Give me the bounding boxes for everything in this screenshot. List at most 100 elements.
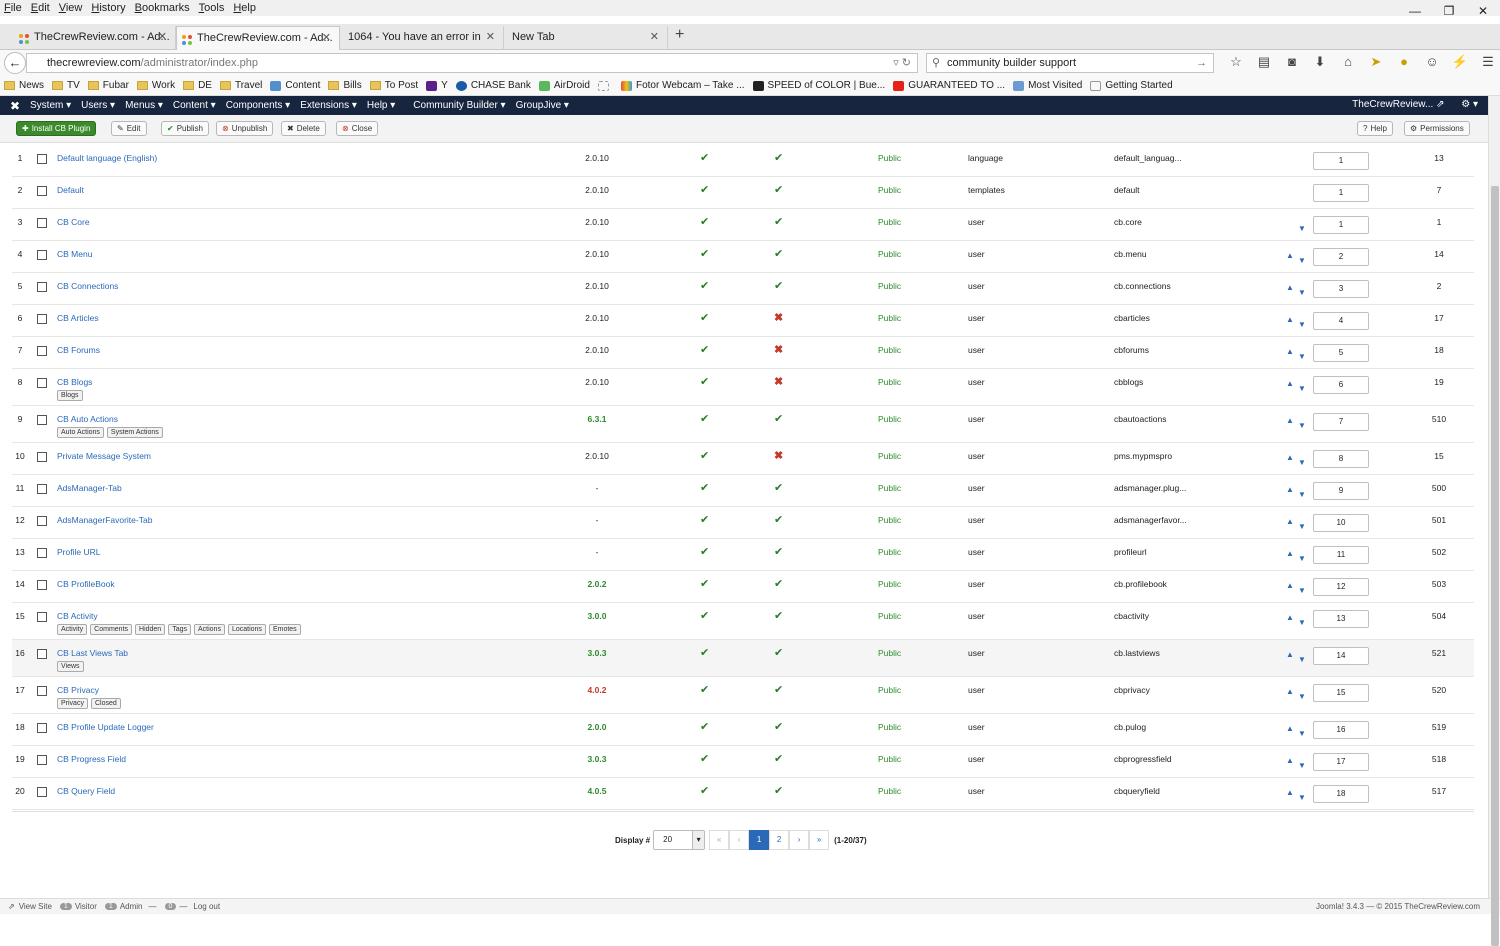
access-level[interactable]: Public xyxy=(878,547,901,557)
plugin-name-link[interactable]: Default language (English) xyxy=(57,153,157,163)
menu-users[interactable]: Users ▾ xyxy=(81,100,115,111)
row-checkbox[interactable] xyxy=(37,282,47,292)
page-prev[interactable]: ‹ xyxy=(729,830,750,850)
bookmark-folder-fubar[interactable]: Fubar xyxy=(87,80,129,91)
delete-button[interactable]: ✖ Delete xyxy=(281,121,326,136)
not-installed-x-icon[interactable]: ✖ xyxy=(774,449,783,462)
move-down-arrow-icon[interactable]: ▼ xyxy=(1298,458,1306,467)
bookmark-airdroid[interactable]: AirDroid xyxy=(538,80,590,91)
bookmark-folder-news[interactable]: News xyxy=(4,80,44,91)
plugin-name-link[interactable]: CB Profile Update Logger xyxy=(57,722,154,732)
lightbulb-addon-icon[interactable]: ● xyxy=(1390,54,1418,70)
bookmark-folder-de[interactable]: DE xyxy=(183,80,212,91)
move-up-arrow-icon[interactable]: ▲ xyxy=(1286,724,1294,733)
move-up-arrow-icon[interactable]: ▲ xyxy=(1286,517,1294,526)
bookmark-blank[interactable] xyxy=(597,80,613,91)
menu-view[interactable]: View xyxy=(59,2,83,14)
access-level[interactable]: Public xyxy=(878,648,901,658)
bookmark-fotor[interactable]: Fotor Webcam – Take ... xyxy=(620,80,745,91)
table-row[interactable]: 16 CB Last Views Tab Views 3.0.3 ✔ ✔ Public use… xyxy=(12,640,1474,677)
menu-help[interactable]: Help ▾ xyxy=(367,100,395,111)
bookmark-most-visited[interactable]: Most Visited xyxy=(1013,80,1082,91)
access-level[interactable]: Public xyxy=(878,579,901,589)
menu-edit[interactable]: Edit xyxy=(31,2,50,14)
row-checkbox[interactable] xyxy=(37,755,47,765)
row-checkbox[interactable] xyxy=(37,452,47,462)
plugin-tag[interactable]: Views xyxy=(57,661,84,672)
access-level[interactable]: Public xyxy=(878,611,901,621)
table-row[interactable]: 7 CB Forums 2.0.10 ✔ ✖ Public user cbforums ▲ ▼ 5 1… xyxy=(12,337,1474,369)
move-up-arrow-icon[interactable]: ▲ xyxy=(1286,650,1294,659)
plugin-name-link[interactable]: CB Activity xyxy=(57,611,98,621)
published-check-icon[interactable]: ✔ xyxy=(700,247,709,260)
bookmark-folder-travel[interactable]: Travel xyxy=(219,80,262,91)
published-check-icon[interactable]: ✔ xyxy=(700,683,709,696)
plugin-name-link[interactable]: AdsManager-Tab xyxy=(57,483,122,493)
move-down-arrow-icon[interactable]: ▼ xyxy=(1298,490,1306,499)
scrollbar-thumb[interactable] xyxy=(1491,186,1499,946)
plugin-name-link[interactable]: CB Menu xyxy=(57,249,92,259)
home-icon[interactable]: ⌂ xyxy=(1334,54,1362,70)
bookmark-star-icon[interactable]: ☆ xyxy=(1222,54,1250,70)
ordering-input[interactable]: 13 xyxy=(1313,610,1369,628)
menu-community-builder[interactable]: Community Builder ▾ xyxy=(413,100,505,111)
plugin-name-link[interactable]: CB Core xyxy=(57,217,90,227)
move-up-arrow-icon[interactable]: ▲ xyxy=(1286,416,1294,425)
plugin-name-link[interactable]: Default xyxy=(57,185,84,195)
access-level[interactable]: Public xyxy=(878,685,901,695)
publish-button[interactable]: ✔ Publish xyxy=(161,121,209,136)
move-down-arrow-icon[interactable]: ▼ xyxy=(1298,224,1306,233)
ordering-input[interactable]: 2 xyxy=(1313,248,1369,266)
access-level[interactable]: Public xyxy=(878,345,901,355)
ordering-input[interactable]: 12 xyxy=(1313,578,1369,596)
page-1[interactable]: 1 xyxy=(749,830,770,850)
search-go-arrow-icon[interactable]: → xyxy=(1196,54,1207,72)
menu-content[interactable]: Content ▾ xyxy=(173,100,216,111)
bookmark-content[interactable]: Content xyxy=(270,80,320,91)
table-row[interactable]: 8 CB Blogs Blogs 2.0.10 ✔ ✖ Public user cbblogs ▲… xyxy=(12,369,1474,406)
move-down-arrow-icon[interactable]: ▼ xyxy=(1298,793,1306,802)
move-up-arrow-icon[interactable]: ▲ xyxy=(1286,283,1294,292)
access-level[interactable]: Public xyxy=(878,451,901,461)
not-installed-x-icon[interactable]: ✖ xyxy=(774,375,783,388)
download-icon[interactable]: ⬇ xyxy=(1306,54,1334,70)
published-check-icon[interactable]: ✔ xyxy=(700,545,709,558)
page-scrollbar[interactable] xyxy=(1488,96,1500,946)
move-up-arrow-icon[interactable]: ▲ xyxy=(1286,485,1294,494)
plugin-name-link[interactable]: CB Forums xyxy=(57,345,100,355)
menu-tools[interactable]: Tools xyxy=(199,2,225,14)
plugin-tag[interactable]: Closed xyxy=(90,698,121,709)
move-up-arrow-icon[interactable]: ▲ xyxy=(1286,315,1294,324)
move-down-arrow-icon[interactable]: ▼ xyxy=(1298,256,1306,265)
row-checkbox[interactable] xyxy=(37,314,47,324)
ordering-input[interactable]: 1 xyxy=(1313,184,1369,202)
tab-2[interactable]: TheCrewReview.com - Ad... ✕ xyxy=(176,26,340,50)
access-level[interactable]: Public xyxy=(878,185,901,195)
move-up-arrow-icon[interactable]: ▲ xyxy=(1286,788,1294,797)
ordering-input[interactable]: 3 xyxy=(1313,280,1369,298)
move-down-arrow-icon[interactable]: ▼ xyxy=(1298,586,1306,595)
plugin-name-link[interactable]: CB Last Views Tab xyxy=(57,648,128,658)
plugin-tag[interactable]: Comments xyxy=(90,624,133,635)
plugin-tag[interactable]: Emotes xyxy=(268,624,301,635)
search-input[interactable]: ⚲ community builder support → xyxy=(926,53,1214,73)
plugin-name-link[interactable]: Private Message System xyxy=(57,451,151,461)
access-level[interactable]: Public xyxy=(878,249,901,259)
url-bar[interactable]: thecrewreview.com/administrator/index.ph… xyxy=(26,53,918,73)
ordering-input[interactable]: 17 xyxy=(1313,753,1369,771)
table-row[interactable]: 9 CB Auto Actions Auto Actions System Actio… xyxy=(12,406,1474,443)
menu-system[interactable]: System ▾ xyxy=(30,100,71,111)
menu-extensions[interactable]: Extensions ▾ xyxy=(300,100,357,111)
published-check-icon[interactable]: ✔ xyxy=(700,577,709,590)
move-down-arrow-icon[interactable]: ▼ xyxy=(1298,352,1306,361)
access-level[interactable]: Public xyxy=(878,754,901,764)
row-checkbox[interactable] xyxy=(37,415,47,425)
table-row[interactable]: 5 CB Connections 2.0.10 ✔ ✔ Public user cb.conn… xyxy=(12,273,1474,305)
not-installed-x-icon[interactable]: ✖ xyxy=(774,343,783,356)
plugin-tag[interactable]: System Actions xyxy=(106,427,163,438)
move-down-arrow-icon[interactable]: ▼ xyxy=(1298,729,1306,738)
dropdown-arrow-icon[interactable]: ▿ xyxy=(893,57,899,69)
tab-4[interactable]: New Tab ✕ xyxy=(504,26,668,50)
table-row[interactable]: 4 CB Menu 2.0.10 ✔ ✔ Public user cb.menu ▲ ▼ 2 14 xyxy=(12,241,1474,273)
plugin-name-link[interactable]: CB Privacy xyxy=(57,685,99,695)
